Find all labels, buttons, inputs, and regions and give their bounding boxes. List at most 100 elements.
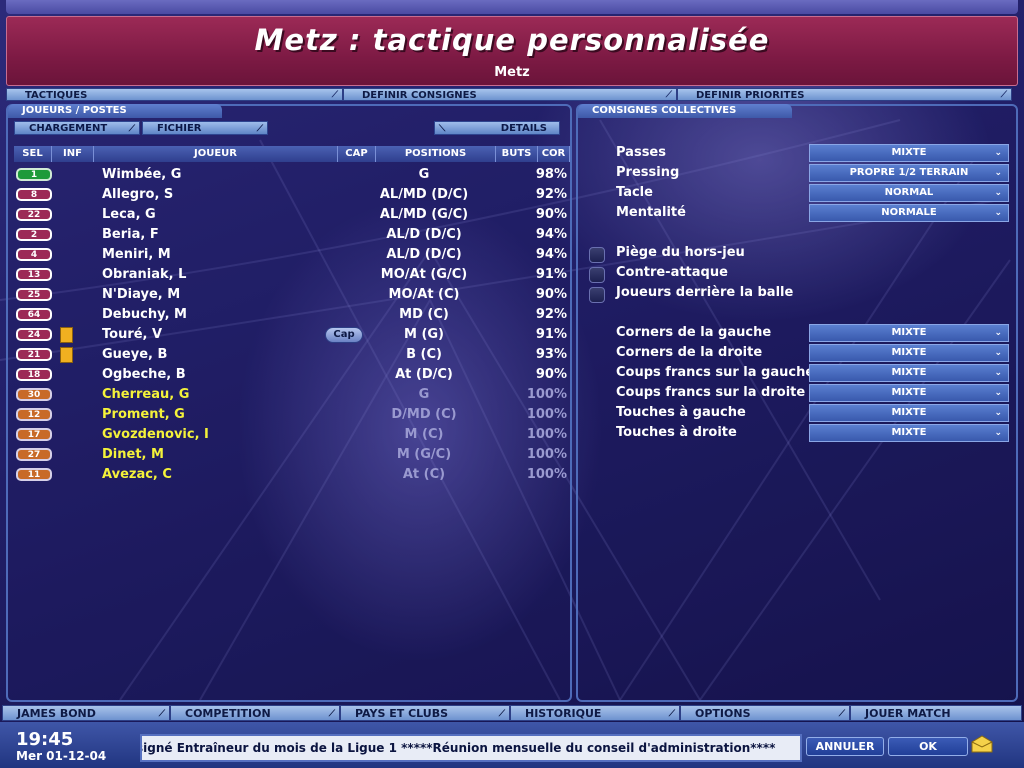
tab-tactiques[interactable]: TACTIQUES ⟋ [6,88,343,101]
col-inf[interactable]: INF [52,146,94,162]
shirt-number-badge[interactable]: 22 [16,208,52,221]
option-checkbox[interactable] [589,247,605,263]
player-row[interactable]: 11 Avezac, C At (C) 100% [14,465,570,485]
player-name[interactable]: Touré, V [102,327,162,342]
shirt-number-badge[interactable]: 18 [16,368,52,381]
setting-dropdown[interactable]: PROPRE 1/2 TERRAIN ⌄ [809,164,1009,182]
setting-dropdown[interactable]: MIXTE ⌄ [809,144,1009,162]
player-name[interactable]: Debuchy, M [102,307,187,322]
shirt-number-badge[interactable]: 27 [16,448,52,461]
player-name[interactable]: Dinet, M [102,447,164,462]
chevron-down-icon: ⌄ [994,148,1002,158]
player-name[interactable]: Leca, G [102,207,156,222]
player-condition: 91% [535,267,567,282]
shirt-number-badge[interactable]: 11 [16,468,52,481]
chevron-icon: ⟋ [158,709,165,719]
player-name[interactable]: Beria, F [102,227,159,242]
chevron-icon: ⟋ [838,709,845,719]
col-cor[interactable]: COR [538,146,570,162]
tab-pays-et-clubs[interactable]: PAYS ET CLUBS ⟋ [340,705,510,721]
clock: 19:45 [16,729,74,750]
details-button[interactable]: ⟍ DETAILS [434,121,560,135]
player-row[interactable]: 1 Wimbée, G G 98% [14,165,570,185]
chevron-icon: ⟋ [128,124,135,134]
player-name[interactable]: Ogbeche, B [102,367,186,382]
player-name[interactable]: Allegro, S [102,187,173,202]
player-row[interactable]: 27 Dinet, M M (G/C) 100% [14,445,570,465]
col-sel[interactable]: SEL [14,146,52,162]
player-name[interactable]: Obraniak, L [102,267,186,282]
shirt-number-badge[interactable]: 12 [16,408,52,421]
player-row[interactable]: 25 N'Diaye, M MO/At (C) 90% [14,285,570,305]
shirt-number-badge[interactable]: 17 [16,428,52,441]
chevron-down-icon: ⌄ [994,208,1002,218]
set-piece-dropdown[interactable]: MIXTE ⌄ [809,404,1009,422]
option-checkbox[interactable] [589,267,605,283]
shirt-number-badge[interactable]: 30 [16,388,52,401]
player-name[interactable]: Avezac, C [102,467,172,482]
shirt-number-badge[interactable]: 25 [16,288,52,301]
player-row[interactable]: 22 Leca, G AL/MD (G/C) 90% [14,205,570,225]
player-name[interactable]: Proment, G [102,407,185,422]
col-buts[interactable]: BUTS [496,146,538,162]
set-piece-dropdown[interactable]: MIXTE ⌄ [809,324,1009,342]
player-name[interactable]: Wimbée, G [102,167,181,182]
set-piece-dropdown[interactable]: MIXTE ⌄ [809,364,1009,382]
shirt-number-badge[interactable]: 13 [16,268,52,281]
fichier-button[interactable]: FICHIER ⟋ [142,121,268,135]
player-condition: 90% [535,207,567,222]
player-row[interactable]: 8 Allegro, S AL/MD (D/C) 92% [14,185,570,205]
annuler-button[interactable]: ANNULER [806,737,884,756]
player-row[interactable]: 30 Cherreau, G G 100% [14,385,570,405]
option-checkbox[interactable] [589,287,605,303]
player-name[interactable]: N'Diaye, M [102,287,180,302]
shirt-number-badge[interactable]: 24 [16,328,52,341]
chevron-icon: ⟋ [1000,90,1007,100]
tab-definir-consignes[interactable]: DEFINIR CONSIGNES ⟋ [343,88,677,101]
player-name[interactable]: Cherreau, G [102,387,189,402]
player-name[interactable]: Meniri, M [102,247,171,262]
dropdown-value: MIXTE [891,407,927,418]
set-piece-dropdown[interactable]: MIXTE ⌄ [809,424,1009,442]
col-joueur[interactable]: JOUEUR [94,146,338,162]
shirt-number-badge[interactable]: 4 [16,248,52,261]
tab-options[interactable]: OPTIONS ⟋ [680,705,850,721]
news-ticker[interactable]: signé Entraîneur du mois de la Ligue 1 *… [140,734,802,762]
shirt-number-badge[interactable]: 2 [16,228,52,241]
player-row[interactable]: 18 Ogbeche, B At (D/C) 90% [14,365,570,385]
player-position: G [418,167,430,182]
setting-dropdown[interactable]: NORMALE ⌄ [809,204,1009,222]
tab-definir-priorites[interactable]: DEFINIR PRIORITES ⟋ [677,88,1012,101]
tab-competition[interactable]: COMPETITION ⟋ [170,705,340,721]
ok-button[interactable]: OK [888,737,968,756]
col-cap[interactable]: CAP [338,146,376,162]
chargement-button[interactable]: CHARGEMENT ⟋ [14,121,140,135]
player-row[interactable]: 64 Debuchy, M MD (C) 92% [14,305,570,325]
set-piece-dropdown[interactable]: MIXTE ⌄ [809,384,1009,402]
player-row[interactable]: 4 Meniri, M AL/D (D/C) 94% [14,245,570,265]
player-row[interactable]: 2 Beria, F AL/D (D/C) 94% [14,225,570,245]
tab-jouer-match[interactable]: JOUER MATCH [850,705,1022,721]
player-row[interactable]: 24 Touré, V Cap M (G) 91% [14,325,570,345]
shirt-number-badge[interactable]: 21 [16,348,52,361]
captain-button[interactable]: Cap [325,327,363,343]
player-name[interactable]: Gvozdenovic, I [102,427,209,442]
shirt-number-badge[interactable]: 1 [16,168,52,181]
shirt-number-badge[interactable]: 64 [16,308,52,321]
tab-james-bond[interactable]: JAMES BOND ⟋ [2,705,170,721]
col-positions[interactable]: POSITIONS [376,146,496,162]
tab-historique[interactable]: HISTORIQUE ⟋ [510,705,680,721]
player-name[interactable]: Gueye, B [102,347,167,362]
shirt-number-badge[interactable]: 8 [16,188,52,201]
checkbox-label: Piège du hors-jeu [616,245,745,260]
player-row[interactable]: 21 Gueye, B B (C) 93% [14,345,570,365]
player-row[interactable]: 12 Proment, G D/MD (C) 100% [14,405,570,425]
player-row[interactable]: 13 Obraniak, L MO/At (G/C) 91% [14,265,570,285]
set-piece-dropdown[interactable]: MIXTE ⌄ [809,344,1009,362]
player-row[interactable]: 17 Gvozdenovic, I M (C) 100% [14,425,570,445]
mail-icon[interactable] [971,735,993,753]
setting-dropdown[interactable]: NORMAL ⌄ [809,184,1009,202]
tab-label: DEFINIR PRIORITES [696,90,805,101]
set-piece-label: Coups francs sur la gauche [616,365,815,380]
player-condition: 100% [526,447,567,462]
